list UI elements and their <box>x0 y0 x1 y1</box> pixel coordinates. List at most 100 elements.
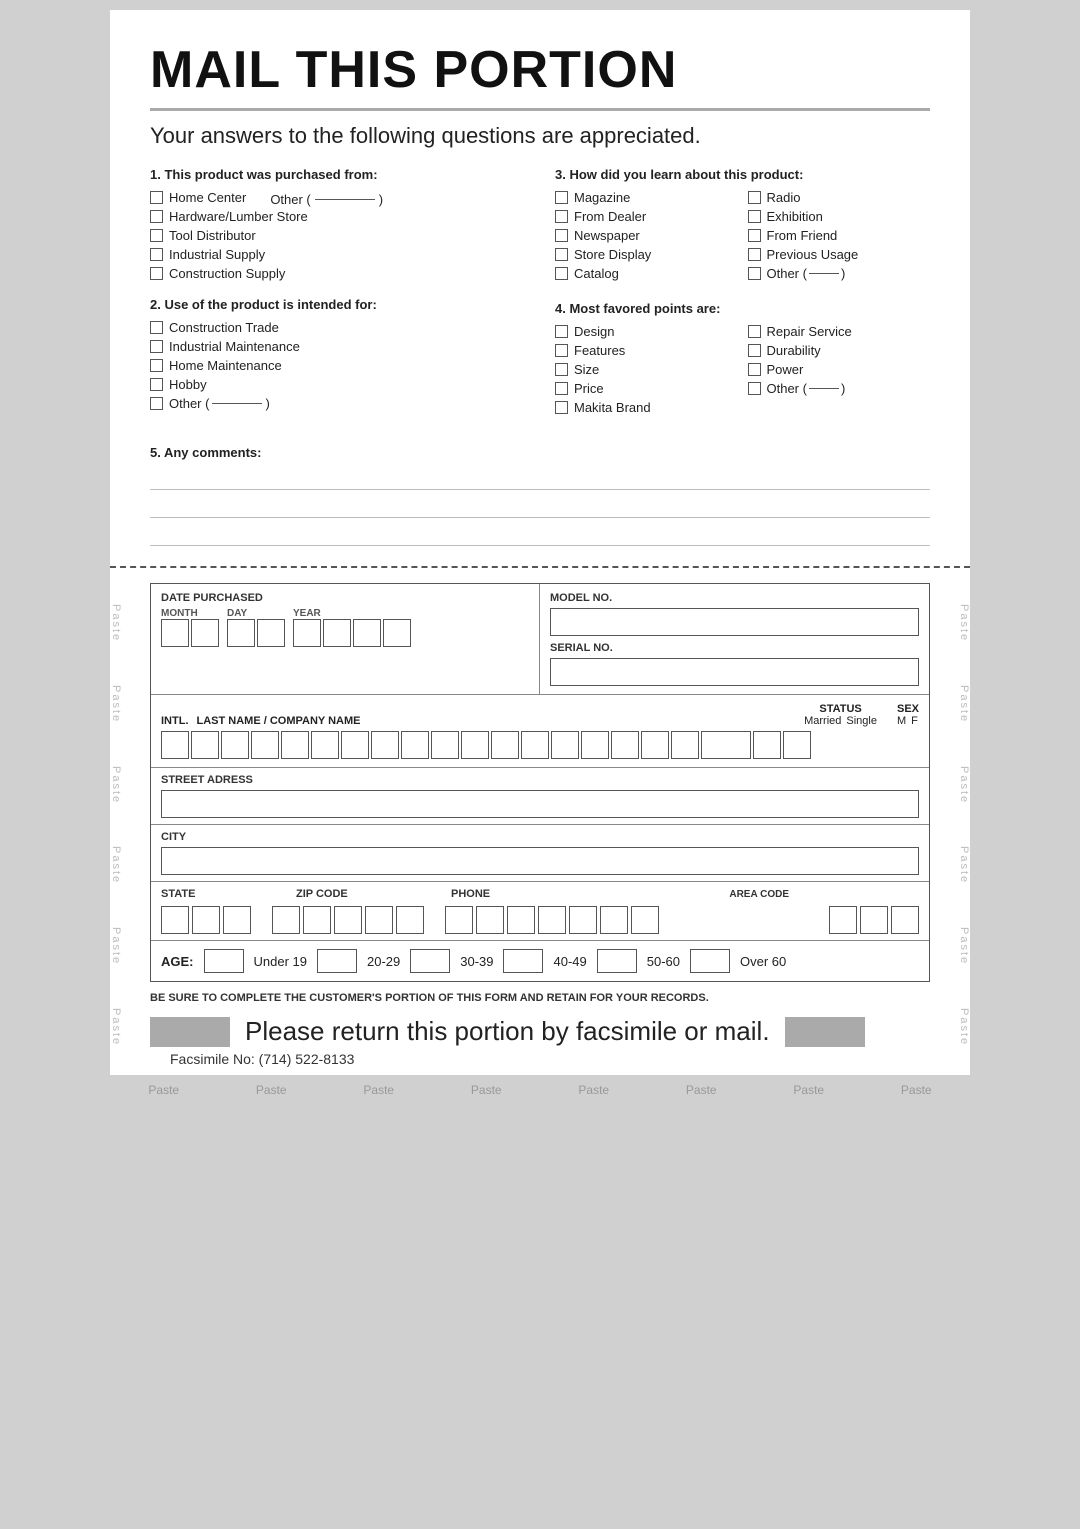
area-box-1[interactable] <box>829 906 857 934</box>
year-box-1[interactable] <box>293 619 321 647</box>
q4-makita[interactable]: Makita Brand <box>555 400 738 415</box>
checkbox-q3-other[interactable] <box>748 267 761 280</box>
zip-box-3[interactable] <box>334 906 362 934</box>
q2-other[interactable]: Other ( ) <box>150 396 525 411</box>
phone-box-5[interactable] <box>569 906 597 934</box>
checkbox-hardware[interactable] <box>150 210 163 223</box>
phone-box-2[interactable] <box>476 906 504 934</box>
phone-box-4[interactable] <box>538 906 566 934</box>
name-box[interactable] <box>611 731 639 759</box>
year-box-3[interactable] <box>353 619 381 647</box>
q1-industrial[interactable]: Industrial Supply <box>150 247 525 262</box>
name-box[interactable] <box>641 731 669 759</box>
street-box[interactable] <box>161 790 919 818</box>
name-box[interactable] <box>461 731 489 759</box>
month-box-2[interactable] <box>191 619 219 647</box>
q4-power[interactable]: Power <box>748 362 931 377</box>
q3-radio[interactable]: Radio <box>748 190 931 205</box>
name-box[interactable] <box>753 731 781 759</box>
name-box[interactable] <box>311 731 339 759</box>
checkbox-durability[interactable] <box>748 344 761 357</box>
name-box[interactable] <box>783 731 811 759</box>
year-box-4[interactable] <box>383 619 411 647</box>
checkbox-makita[interactable] <box>555 401 568 414</box>
q4-design[interactable]: Design <box>555 324 738 339</box>
checkbox-hobby[interactable] <box>150 378 163 391</box>
checkbox-catalog[interactable] <box>555 267 568 280</box>
age-box-1[interactable] <box>317 949 357 973</box>
q3-from-dealer[interactable]: From Dealer <box>555 209 738 224</box>
checkbox-radio[interactable] <box>748 191 761 204</box>
checkbox-features[interactable] <box>555 344 568 357</box>
checkbox-prev-usage[interactable] <box>748 248 761 261</box>
q3-newspaper[interactable]: Newspaper <box>555 228 738 243</box>
name-box[interactable] <box>161 731 189 759</box>
q3-prev-usage[interactable]: Previous Usage <box>748 247 931 262</box>
name-box[interactable] <box>671 731 699 759</box>
state-box-2[interactable] <box>192 906 220 934</box>
state-box-1[interactable] <box>161 906 189 934</box>
month-box-1[interactable] <box>161 619 189 647</box>
serial-no-box[interactable] <box>550 658 919 686</box>
name-box[interactable] <box>341 731 369 759</box>
area-box-3[interactable] <box>891 906 919 934</box>
name-box[interactable] <box>491 731 519 759</box>
day-box-2[interactable] <box>257 619 285 647</box>
zip-box-5[interactable] <box>396 906 424 934</box>
q2-ind-maint[interactable]: Industrial Maintenance <box>150 339 525 354</box>
checkbox-from-dealer[interactable] <box>555 210 568 223</box>
checkbox-ind-maint[interactable] <box>150 340 163 353</box>
name-box[interactable] <box>581 731 609 759</box>
checkbox-power[interactable] <box>748 363 761 376</box>
checkbox-construction[interactable] <box>150 267 163 280</box>
q1-tool-dist[interactable]: Tool Distributor <box>150 228 525 243</box>
age-box-3[interactable] <box>503 949 543 973</box>
comment-line-1[interactable] <box>150 468 930 490</box>
age-box-0[interactable] <box>204 949 244 973</box>
day-box-1[interactable] <box>227 619 255 647</box>
phone-box-7[interactable] <box>631 906 659 934</box>
q2-home-maint[interactable]: Home Maintenance <box>150 358 525 373</box>
age-box-2[interactable] <box>410 949 450 973</box>
phone-box-6[interactable] <box>600 906 628 934</box>
q2-const-trade[interactable]: Construction Trade <box>150 320 525 335</box>
q3-exhibition[interactable]: Exhibition <box>748 209 931 224</box>
q4-features[interactable]: Features <box>555 343 738 358</box>
name-box[interactable] <box>221 731 249 759</box>
q2-hobby[interactable]: Hobby <box>150 377 525 392</box>
area-box-2[interactable] <box>860 906 888 934</box>
checkbox-newspaper[interactable] <box>555 229 568 242</box>
q1-hardware[interactable]: Hardware/Lumber Store <box>150 209 525 224</box>
checkbox-q4-other[interactable] <box>748 382 761 395</box>
checkbox-size[interactable] <box>555 363 568 376</box>
q3-from-friend[interactable]: From Friend <box>748 228 931 243</box>
zip-box-1[interactable] <box>272 906 300 934</box>
checkbox-design[interactable] <box>555 325 568 338</box>
q3-catalog[interactable]: Catalog <box>555 266 738 281</box>
q1-construction[interactable]: Construction Supply <box>150 266 525 281</box>
name-box-wide[interactable] <box>701 731 751 759</box>
checkbox-exhibition[interactable] <box>748 210 761 223</box>
checkbox-home-maint[interactable] <box>150 359 163 372</box>
checkbox-price[interactable] <box>555 382 568 395</box>
q3-magazine[interactable]: Magazine <box>555 190 738 205</box>
name-box[interactable] <box>401 731 429 759</box>
comment-line-2[interactable] <box>150 496 930 518</box>
name-box[interactable] <box>551 731 579 759</box>
comment-line-3[interactable] <box>150 524 930 546</box>
checkbox-q2-other[interactable] <box>150 397 163 410</box>
checkbox-const-trade[interactable] <box>150 321 163 334</box>
state-box-3[interactable] <box>223 906 251 934</box>
q3-store-display[interactable]: Store Display <box>555 247 738 262</box>
checkbox-industrial[interactable] <box>150 248 163 261</box>
zip-box-2[interactable] <box>303 906 331 934</box>
checkbox-home-center[interactable] <box>150 191 163 204</box>
year-box-2[interactable] <box>323 619 351 647</box>
age-box-4[interactable] <box>597 949 637 973</box>
phone-box-1[interactable] <box>445 906 473 934</box>
q4-other[interactable]: Other ( ) <box>748 381 931 396</box>
zip-box-4[interactable] <box>365 906 393 934</box>
name-box[interactable] <box>191 731 219 759</box>
q3-other[interactable]: Other ( ) <box>748 266 931 281</box>
name-box[interactable] <box>431 731 459 759</box>
